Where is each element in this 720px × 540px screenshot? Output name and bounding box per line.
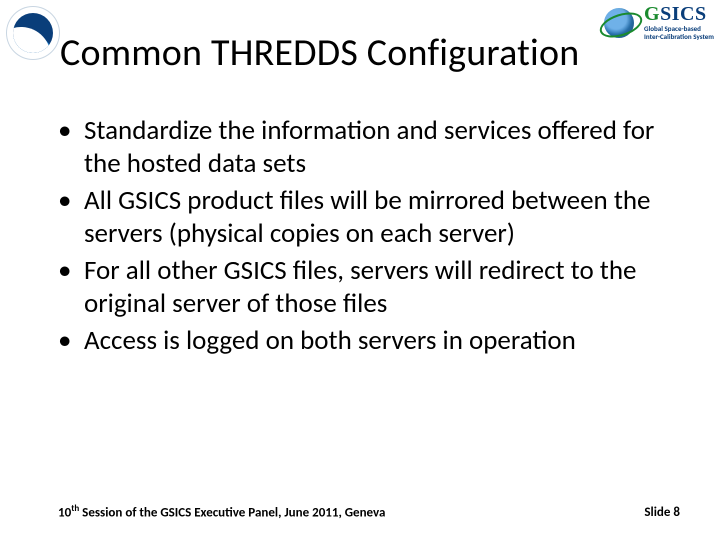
noaa-logo — [6, 6, 60, 60]
gsics-sics: SICS — [660, 3, 706, 25]
gsics-g: G — [644, 3, 660, 25]
bullet-item: Standardize the information and services… — [58, 115, 680, 181]
bullet-item: For all other GSICS files, servers will … — [58, 255, 680, 321]
slide-body: Standardize the information and services… — [58, 115, 680, 362]
footer-session: 10th Session of the GSICS Executive Pane… — [58, 503, 385, 520]
bullet-item: All GSICS product files will be mirrored… — [58, 185, 680, 251]
slide-title: Common THREDDS Configuration — [60, 30, 690, 76]
footer-session-text: Session of the GSICS Executive Panel, Ju… — [79, 505, 385, 520]
footer-ordinal: 10 — [58, 505, 71, 520]
footer-slide-number: Slide 8 — [644, 505, 680, 520]
slide-footer: 10th Session of the GSICS Executive Pane… — [58, 503, 680, 520]
noaa-logo-graphic — [6, 6, 60, 60]
slide: GSICS Global Space-based Inter-Calibrati… — [0, 0, 720, 540]
bullet-item: Access is logged on both servers in oper… — [58, 325, 680, 358]
